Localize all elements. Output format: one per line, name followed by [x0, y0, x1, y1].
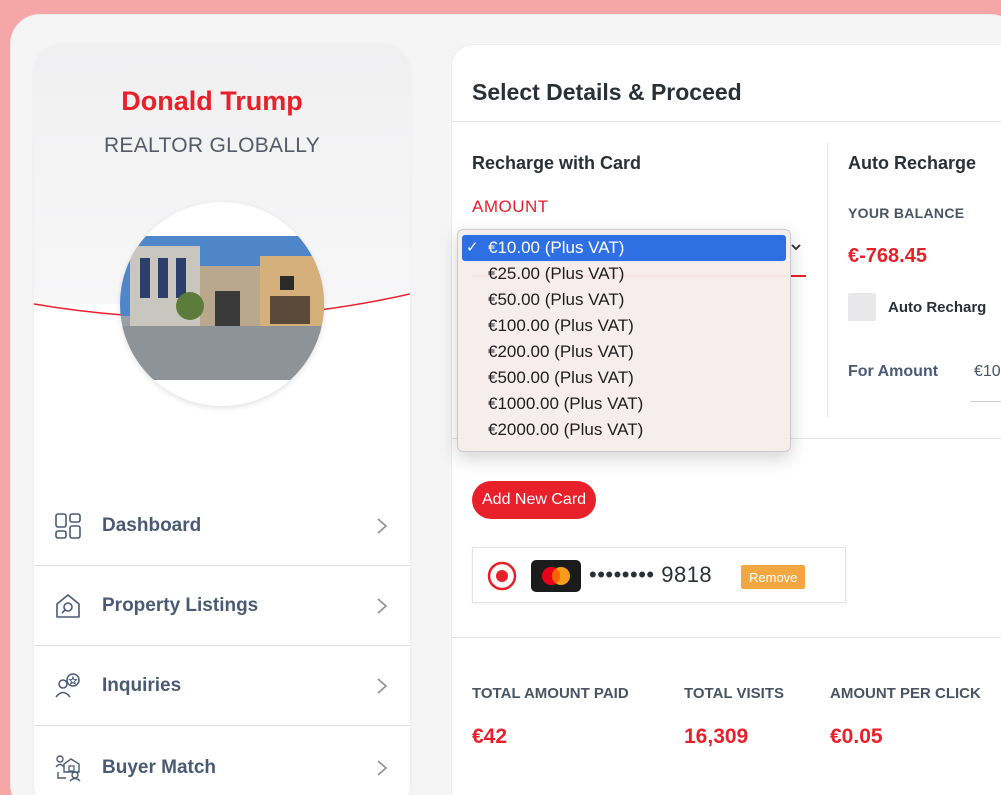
recharge-card-title: Recharge with Card	[472, 153, 642, 173]
for-amount-label: For Amount	[848, 363, 939, 380]
avatar[interactable]	[120, 202, 324, 406]
auto-recharge-checkbox[interactable]	[848, 293, 876, 321]
auto-recharge-title: Auto Recharge	[848, 153, 977, 173]
stat-label: TOTAL VISITS	[684, 685, 785, 702]
user-role: REALTOR GLOBALLY	[103, 134, 321, 157]
amount-dropdown[interactable]: ✓ €10.00 (Plus VAT) €25.00 (Plus VAT) €5…	[457, 229, 791, 452]
divider	[827, 143, 828, 417]
sidebar-item-label: Inquiries	[102, 674, 182, 696]
amount-label: AMOUNT	[472, 197, 549, 216]
dropdown-option[interactable]: ✓ €10.00 (Plus VAT)	[462, 235, 786, 261]
dropdown-option[interactable]: €100.00 (Plus VAT)	[458, 313, 790, 339]
dashboard-grid-icon	[55, 512, 81, 539]
dropdown-option[interactable]: €200.00 (Plus VAT)	[458, 339, 790, 365]
stat-value: €0.05	[830, 725, 883, 748]
sidebar-item-label: Property Listings	[102, 594, 259, 616]
for-amount-underline	[970, 401, 1001, 402]
stat-value: 16,309	[684, 725, 749, 748]
divider	[452, 121, 1001, 122]
auto-recharge-label: Auto Recharg	[888, 299, 987, 316]
add-new-card-button[interactable]: Add New Card	[472, 481, 597, 519]
property-photo	[120, 236, 324, 380]
remove-card-button[interactable]: Remove	[741, 565, 806, 589]
stat-label: TOTAL AMOUNT PAID	[472, 685, 629, 702]
radio-selected-icon[interactable]	[487, 561, 517, 591]
chevron-right-icon	[377, 759, 388, 776]
chevron-down-icon	[791, 244, 801, 251]
sidebar-item-label: Dashboard	[102, 514, 202, 536]
mastercard-icon	[531, 560, 581, 592]
dropdown-option[interactable]: €1000.00 (Plus VAT)	[458, 391, 790, 417]
checkmark-icon: ✓	[466, 239, 479, 256]
sidebar-item-inquiries[interactable]: Inquiries	[34, 646, 410, 726]
users-star-icon	[55, 672, 80, 697]
balance-label: YOUR BALANCE	[848, 205, 965, 221]
dropdown-option[interactable]: €2000.00 (Plus VAT)	[458, 417, 790, 443]
dropdown-option[interactable]: €500.00 (Plus VAT)	[458, 365, 790, 391]
sidebar-item-dashboard[interactable]: Dashboard	[34, 486, 410, 566]
chevron-right-icon	[377, 517, 388, 534]
stat-label: AMOUNT PER CLICK	[830, 685, 981, 702]
sidebar-item-buyer-match[interactable]: Buyer Match	[34, 728, 410, 795]
balance-value: €-768.45	[848, 245, 927, 267]
house-search-icon	[56, 593, 80, 618]
card-number: •••••••• 9818	[589, 562, 713, 587]
dropdown-option[interactable]: €50.00 (Plus VAT)	[458, 287, 790, 313]
chevron-right-icon	[377, 677, 388, 694]
sidebar: Donald Trump REALTOR GLOBALLY Dashboard	[34, 44, 410, 795]
stat-value: €42	[472, 725, 508, 748]
sidebar-item-label: Buyer Match	[102, 756, 217, 778]
sidebar-item-property-listings[interactable]: Property Listings	[34, 566, 410, 646]
chevron-right-icon	[377, 597, 388, 614]
divider	[452, 637, 1001, 638]
saved-card[interactable]: •••••••• 9818 Remove	[472, 547, 846, 603]
page-title: Select Details & Proceed	[472, 79, 742, 105]
user-name: Donald Trump	[121, 86, 303, 116]
for-amount-select[interactable]: €10	[974, 363, 1001, 381]
buyer-match-icon	[55, 754, 81, 782]
dropdown-option[interactable]: €25.00 (Plus VAT)	[458, 261, 790, 287]
